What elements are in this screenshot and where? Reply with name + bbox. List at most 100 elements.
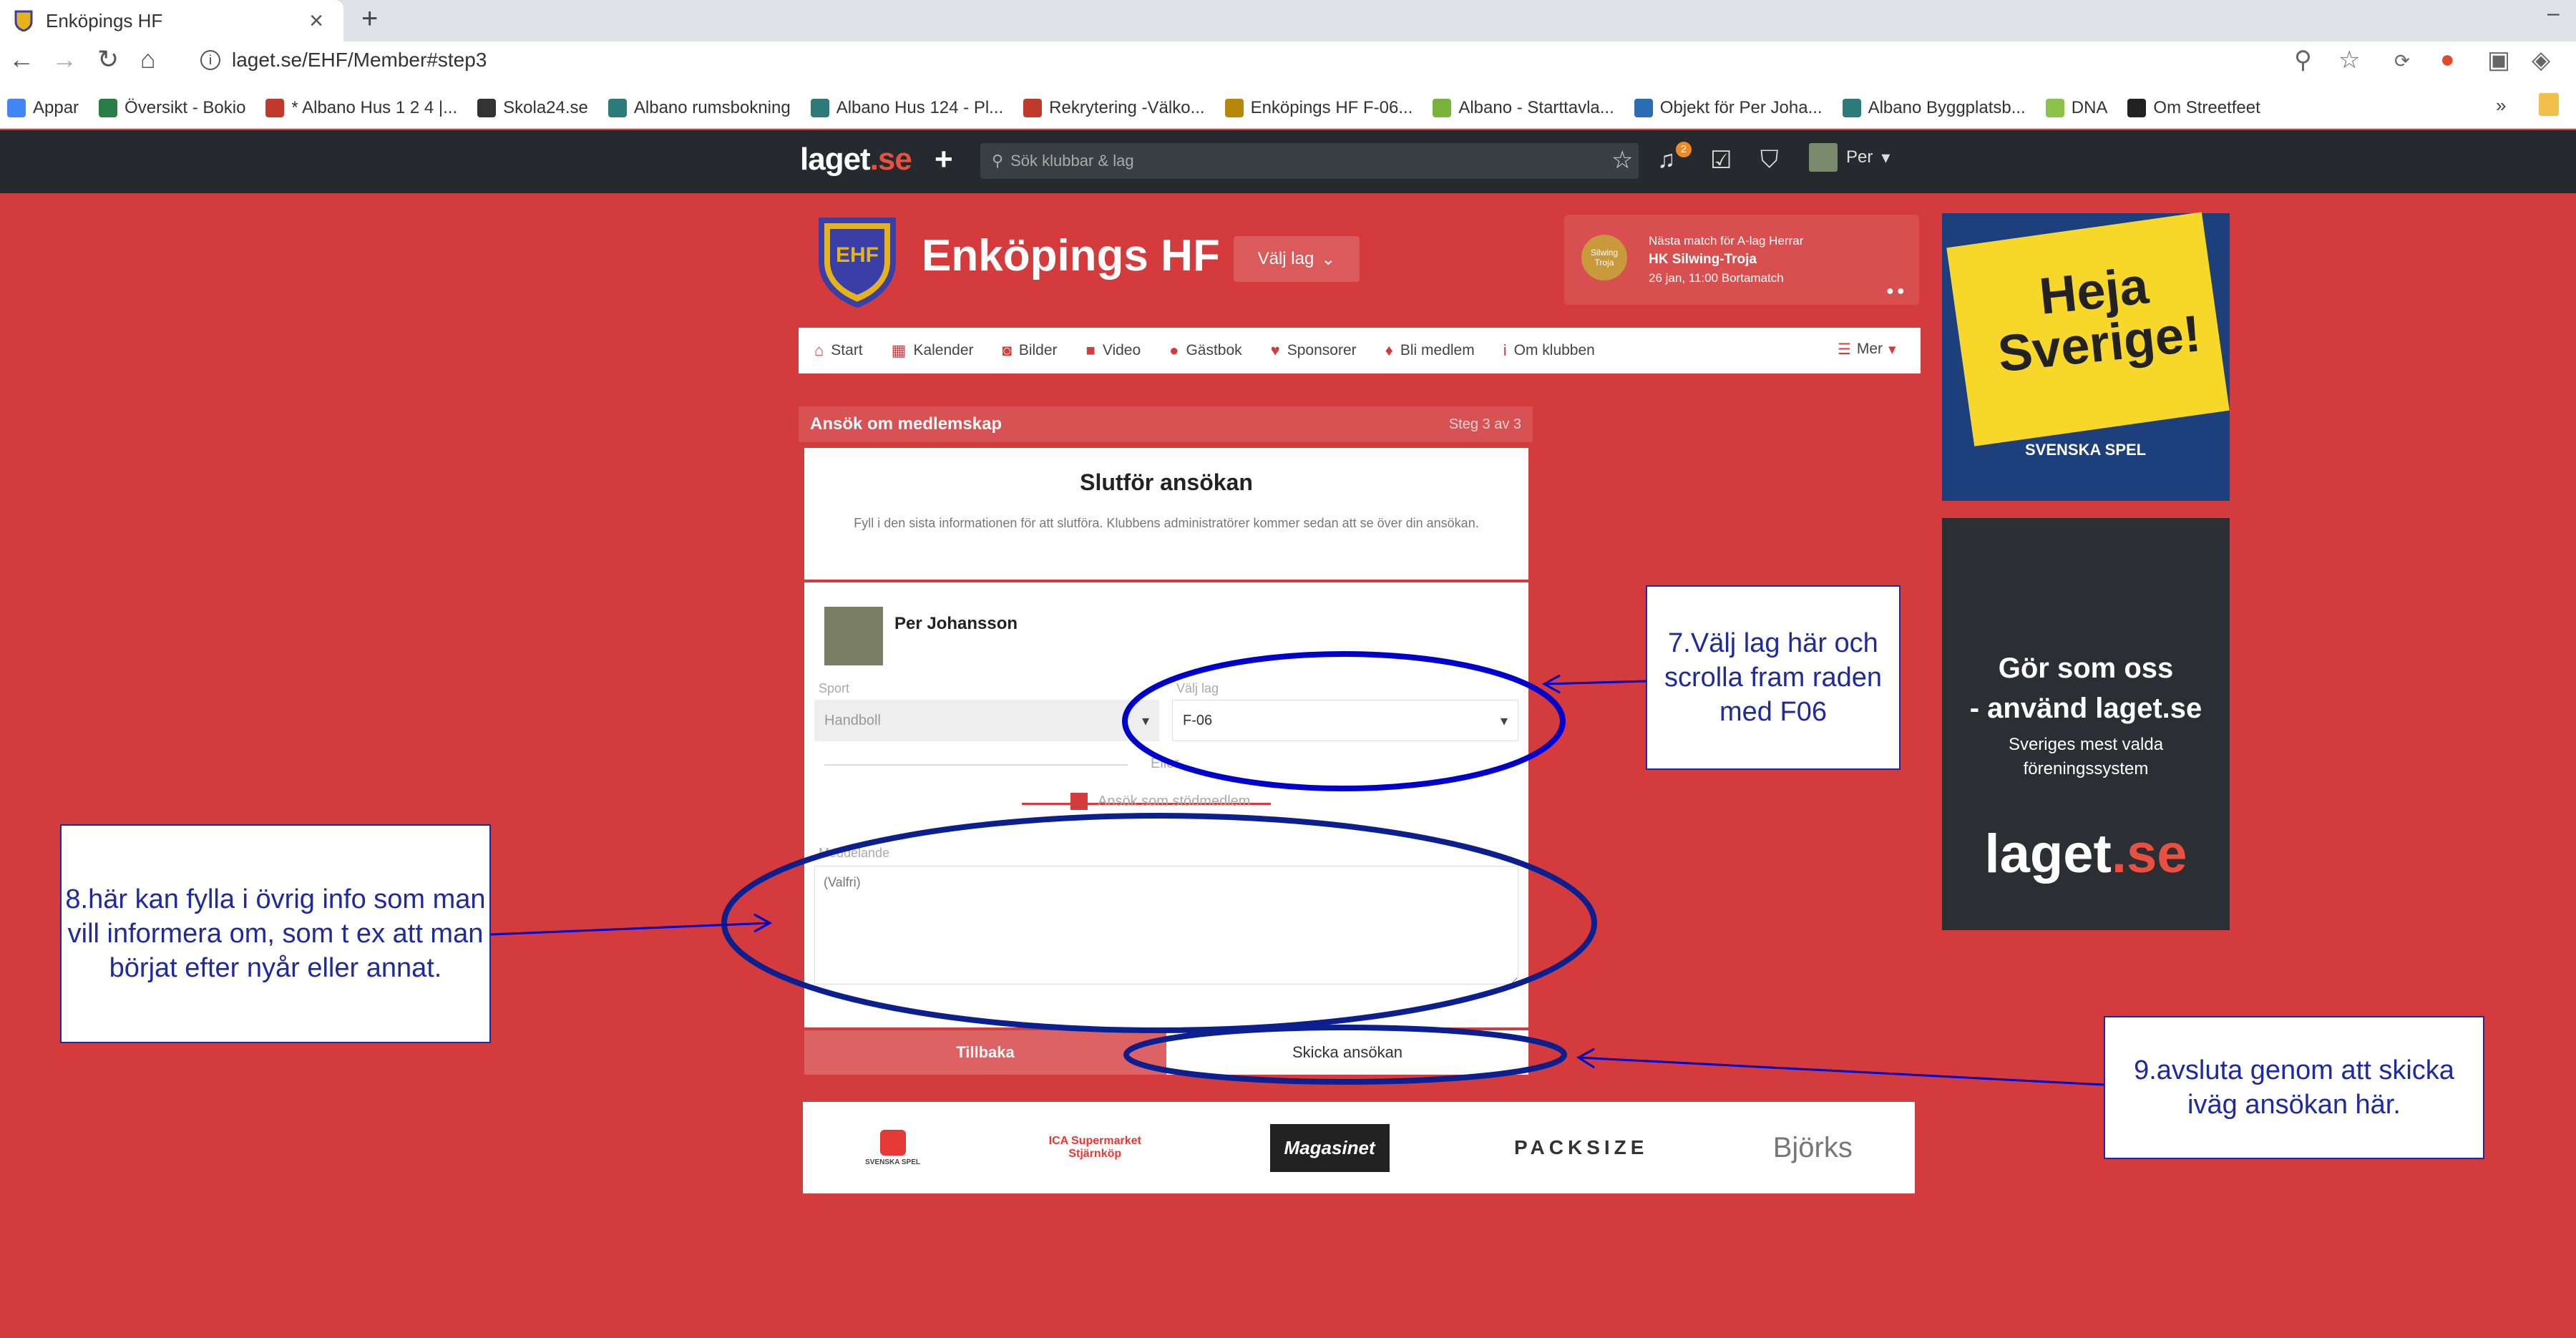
sport-select[interactable]: Handboll ▾	[814, 700, 1159, 741]
bookmark-item[interactable]: * Albano Hus 1 2 4 |...	[265, 98, 457, 118]
browser-tab[interactable]: Enköpings HF ×	[0, 0, 343, 41]
nav-item-sponsorer[interactable]: ♥ Sponsorer	[1271, 341, 1357, 360]
bookmark-label: DNA	[2071, 97, 2108, 117]
ad2-line1: Gör som oss	[1998, 653, 2174, 684]
favorite-star-icon[interactable]: ☆	[1611, 146, 1633, 175]
bookmark-folder-icon[interactable]	[2539, 93, 2559, 116]
calendar-icon: ▦	[891, 341, 907, 359]
nav-item-om-klubben[interactable]: i Om klubben	[1503, 341, 1595, 360]
carousel-dots[interactable]: ●●	[1886, 283, 1908, 298]
tab-close-icon[interactable]: ×	[309, 7, 323, 35]
forward-arrow-icon[interactable]: →	[52, 44, 77, 74]
laget-logo[interactable]: laget.se	[800, 142, 912, 177]
support-member-option[interactable]: Ansök som stödmedlem	[1070, 793, 1250, 810]
nav-item-start[interactable]: ⌂ Start	[814, 341, 863, 360]
nav-item-bilder[interactable]: ◙ Bilder	[1002, 341, 1058, 360]
form-step: Steg 3 av 3	[1448, 416, 1521, 432]
user-menu[interactable]: Per ▾	[1809, 143, 1890, 172]
new-tab-button[interactable]: +	[361, 3, 378, 35]
ad2-logo-suffix: .se	[2111, 824, 2187, 884]
sponsor-packsize[interactable]: PACKSIZE	[1514, 1136, 1649, 1159]
notification-bell-icon[interactable]: ♫	[1657, 146, 1676, 174]
home-icon: ⌂	[814, 341, 824, 359]
sponsor-svenska-spel[interactable]: SVENSKA SPEL	[865, 1129, 920, 1166]
extension-box-icon[interactable]: ▣	[2487, 46, 2510, 74]
bookmark-item[interactable]: Enköpings HF F-06...	[1224, 97, 1413, 118]
bookmark-item[interactable]: Albano Byggplatsb...	[1842, 98, 2026, 118]
bookmark-label: Objekt för Per Joha...	[1659, 97, 1823, 117]
select-team-button[interactable]: Välj lag ⌄	[1234, 236, 1360, 282]
nav-more-label: Mer	[1856, 341, 1883, 357]
form-divider	[804, 580, 1528, 582]
select-team-label: Välj lag	[1257, 249, 1314, 268]
zoom-icon[interactable]: ⚲	[2294, 46, 2312, 74]
checkbox-icon[interactable]: ☑	[1710, 146, 1732, 175]
bookmark-item[interactable]: Albano - Starttavla...	[1433, 98, 1614, 118]
bookmark-item[interactable]: Om Streetfeet	[2127, 98, 2260, 118]
bookmark-item[interactable]: Appar	[7, 98, 79, 118]
bookmark-favicon-icon	[1433, 98, 1452, 117]
reload-icon[interactable]: ↻	[97, 44, 119, 74]
extension-icon[interactable]: ⟳	[2394, 50, 2410, 72]
club-search-input[interactable]: ⚲ Sök klubbar & lag	[980, 143, 1639, 179]
bookmark-favicon-icon	[1023, 98, 1043, 117]
bookmark-item[interactable]: Objekt för Per Joha...	[1634, 98, 1823, 118]
bookmark-label: Enköpings HF F-06...	[1250, 97, 1413, 117]
info-icon[interactable]: i	[200, 50, 220, 70]
bookmarks-more[interactable]: »	[2496, 94, 2506, 117]
nav-item-label: Bilder	[1018, 342, 1058, 358]
send-application-button[interactable]: Skicka ansökan	[1166, 1030, 1528, 1075]
bookmark-favicon-icon	[2045, 98, 2064, 117]
support-member-label: Ansök som stödmedlem	[1098, 793, 1251, 809]
address-bar[interactable]: i laget.se/EHF/Member#step3	[200, 49, 487, 72]
bookmarks-bar: Appar Översikt - Bokio * Albano Hus 1 2 4 …	[0, 87, 2576, 129]
sponsor-ica[interactable]: ICA Supermarket Stjärnköp	[1045, 1135, 1145, 1161]
bookmark-item[interactable]: Rekrytering -Välko...	[1023, 98, 1205, 118]
club-crest-icon[interactable]: EHF	[816, 215, 899, 308]
nav-more-button[interactable]: ☰ Mer ▾	[1838, 341, 1896, 358]
home-browser-icon[interactable]: ⌂	[140, 44, 156, 74]
heart-icon: ♥	[1270, 341, 1280, 359]
sponsor-bjorks[interactable]: Björks	[1773, 1132, 1853, 1164]
crest-letters: EHF	[836, 243, 879, 267]
club-name[interactable]: Enköpings HF	[922, 230, 1220, 281]
ad2-line3: Sveriges mest valda	[2008, 735, 2164, 754]
notification-badge: 2	[1676, 142, 1692, 157]
bookmark-star-icon[interactable]: ☆	[2338, 46, 2360, 74]
bookmark-favicon-icon	[608, 98, 627, 117]
nav-item-label: Start	[831, 342, 863, 358]
browser-tabbar	[0, 0, 2576, 41]
back-arrow-icon[interactable]: ←	[9, 44, 34, 74]
message-textarea[interactable]	[814, 866, 1518, 985]
bookmark-item[interactable]: Albano Hus 124 - Pl...	[810, 98, 1003, 118]
shield-icon[interactable]: ⛉	[1760, 146, 1779, 174]
nav-item-gästbok[interactable]: ● Gästbok	[1169, 341, 1242, 360]
nav-item-bli-medlem[interactable]: ♦ Bli medlem	[1385, 341, 1475, 360]
camera-icon: ◙	[1002, 341, 1012, 359]
window-minimize-icon[interactable]: –	[2547, 1, 2560, 26]
nav-item-video[interactable]: ■ Video	[1086, 341, 1141, 360]
annotation-arrow-7	[1543, 680, 1646, 685]
user-name: Per	[1846, 147, 1873, 167]
annotation-note-8: 8.här kan fylla i övrig info som man vil…	[60, 824, 491, 1043]
form-title: Slutför ansökan	[1080, 469, 1253, 495]
club-favicon-icon	[14, 10, 33, 31]
form-description: Fyll i den sista informationen för att s…	[854, 516, 1479, 530]
support-member-checkbox[interactable]	[1070, 793, 1088, 810]
add-icon[interactable]: +	[935, 142, 953, 177]
opponent-logo: Silwing Troja	[1581, 235, 1627, 280]
bookmark-favicon-icon	[1634, 98, 1653, 117]
nav-item-kalender[interactable]: ▦ Kalender	[892, 341, 974, 360]
team-select[interactable]: F-06 ▾	[1172, 700, 1518, 741]
next-match-teams: HK Silwing-Troja	[1649, 252, 1757, 267]
extension-shield-icon[interactable]: ◈	[2532, 46, 2550, 74]
back-button[interactable]: Tillbaka	[804, 1030, 1166, 1075]
bookmark-item[interactable]: DNA	[2045, 97, 2108, 118]
chevron-down-icon: ▾	[1500, 713, 1508, 729]
bookmark-item[interactable]: Albano rumsbokning	[608, 98, 791, 118]
or-label: Eller	[1151, 756, 1180, 771]
bookmark-item[interactable]: Översikt - Bokio	[99, 98, 245, 118]
sponsor-magasinet[interactable]: Magasinet	[1269, 1123, 1390, 1172]
bookmark-item[interactable]: Skola24.se	[477, 98, 588, 118]
extension-red-icon[interactable]: ●	[2440, 46, 2455, 74]
